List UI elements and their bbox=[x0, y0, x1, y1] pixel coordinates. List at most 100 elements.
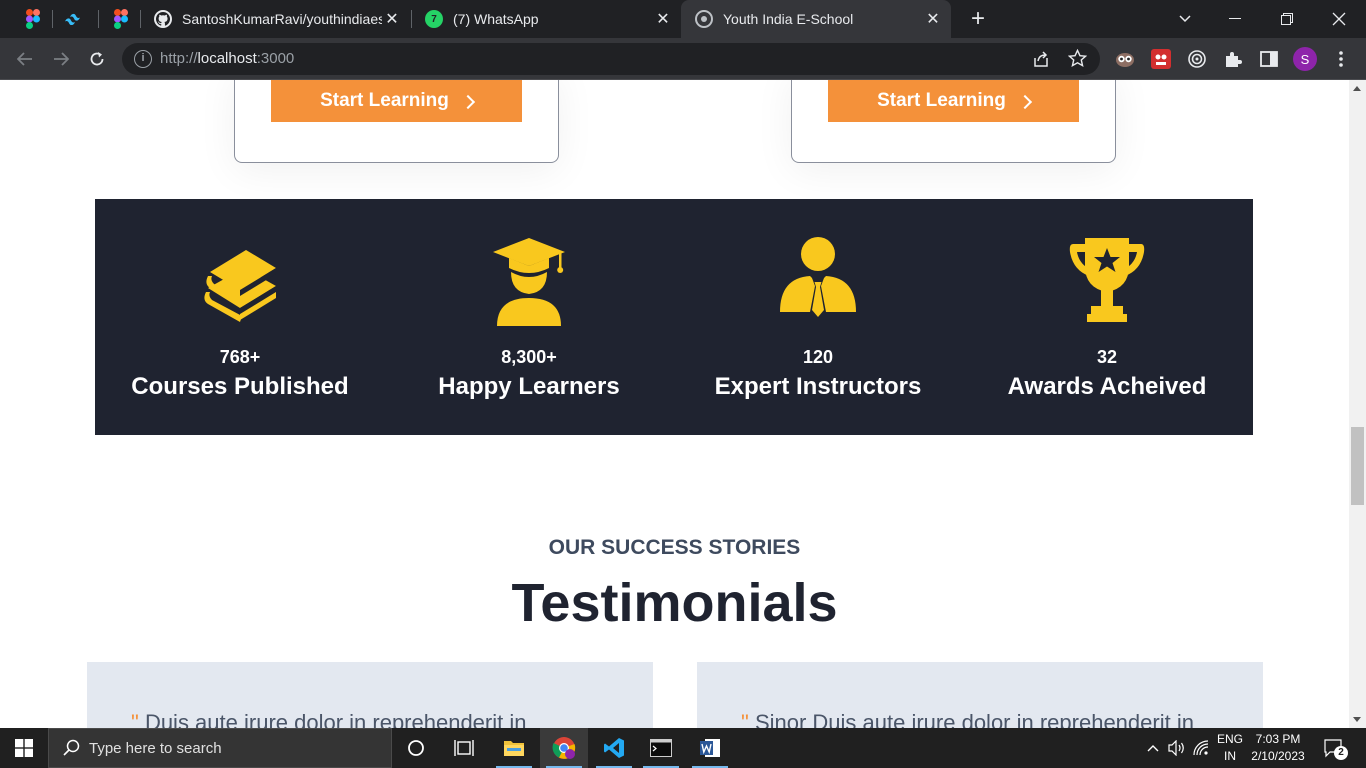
vscode-taskbar-button[interactable] bbox=[590, 728, 638, 768]
notification-center-button[interactable]: 2 bbox=[1318, 728, 1352, 768]
minimize-icon bbox=[1229, 18, 1241, 19]
testimonial-card: " Sinor Duis aute irure dolor in reprehe… bbox=[697, 662, 1263, 728]
tab-title: Youth India E-School bbox=[723, 11, 854, 27]
chevron-right-icon bbox=[460, 94, 475, 110]
quote-mark-icon: " bbox=[741, 710, 749, 728]
extensions-puzzle-icon[interactable] bbox=[1222, 48, 1244, 70]
cortana-icon bbox=[408, 740, 424, 756]
side-panel-icon[interactable] bbox=[1258, 48, 1280, 70]
close-window-button[interactable] bbox=[1314, 0, 1364, 38]
close-tab-icon[interactable]: ✕ bbox=[653, 9, 673, 29]
scroll-up-arrow-icon[interactable] bbox=[1353, 86, 1361, 91]
file-explorer-button[interactable] bbox=[490, 728, 538, 768]
tab-search-button[interactable] bbox=[1160, 0, 1210, 38]
course-card: Start Learning bbox=[791, 80, 1116, 163]
start-button[interactable] bbox=[0, 728, 48, 768]
scrollbar-thumb[interactable] bbox=[1351, 427, 1364, 505]
task-view-icon bbox=[454, 740, 474, 756]
bookmark-star-icon[interactable] bbox=[1067, 48, 1088, 72]
stat-number: 768+ bbox=[219, 347, 261, 367]
windows-logo-icon bbox=[15, 739, 33, 757]
stat-learners: 8,300+ Happy Learners bbox=[384, 199, 674, 435]
region-code: IN bbox=[1224, 749, 1236, 763]
close-tab-icon[interactable]: ✕ bbox=[923, 9, 943, 29]
back-button[interactable] bbox=[12, 46, 38, 72]
stat-awards: 32 Awards Acheived bbox=[962, 199, 1252, 435]
chevron-down-icon bbox=[1179, 15, 1191, 23]
instructor-icon bbox=[673, 235, 963, 327]
site-info-icon[interactable]: i bbox=[134, 50, 152, 68]
chrome-icon bbox=[552, 737, 576, 759]
tab-whatsapp[interactable]: 7 (7) WhatsApp ✕ bbox=[411, 0, 681, 38]
figma-pinned-tab[interactable] bbox=[22, 8, 44, 30]
restore-icon bbox=[1281, 13, 1293, 25]
tab-separator bbox=[52, 10, 53, 28]
taskbar-search-box[interactable]: Type here to search bbox=[48, 728, 392, 768]
stat-label: Courses Published bbox=[131, 373, 349, 400]
chrome-taskbar-button[interactable] bbox=[540, 728, 588, 768]
close-tab-icon[interactable]: ✕ bbox=[382, 9, 402, 29]
vscode-icon bbox=[604, 738, 624, 758]
start-learning-label: Start Learning bbox=[877, 90, 1006, 111]
tab-title: SantoshKumarRavi/youthindiaesc bbox=[182, 11, 382, 27]
search-placeholder: Type here to search bbox=[89, 739, 222, 757]
scroll-down-arrow-icon[interactable] bbox=[1353, 717, 1361, 722]
language-code: ENG bbox=[1216, 732, 1243, 746]
word-icon bbox=[700, 739, 720, 757]
address-bar[interactable]: i http://localhost:3000 bbox=[122, 43, 1100, 75]
stat-label: Expert Instructors bbox=[714, 373, 922, 400]
page-viewport: Start Learning Start Learning 768+ Cours… bbox=[0, 80, 1349, 728]
cortana-button[interactable] bbox=[392, 728, 440, 768]
figma-icon bbox=[114, 9, 128, 29]
share-icon[interactable] bbox=[1032, 50, 1050, 72]
stat-number: 8,300+ bbox=[501, 347, 557, 367]
stats-banner: 768+ Courses Published 8,300+ Happy Lear… bbox=[95, 199, 1253, 435]
stat-label: Happy Learners bbox=[438, 373, 620, 400]
reload-button[interactable] bbox=[84, 46, 110, 72]
show-hidden-icons-button[interactable] bbox=[1142, 728, 1164, 768]
testimonial-text: " Sinor Duis aute irure dolor in reprehe… bbox=[741, 710, 1194, 728]
tailwind-icon bbox=[65, 13, 80, 25]
stat-instructors: 120 Expert Instructors bbox=[673, 199, 963, 435]
extension-red-icon[interactable] bbox=[1150, 48, 1172, 70]
minimize-button[interactable] bbox=[1210, 0, 1260, 38]
word-taskbar-button[interactable] bbox=[686, 728, 734, 768]
profile-avatar[interactable]: S bbox=[1293, 47, 1317, 71]
chevron-up-icon bbox=[1147, 745, 1159, 752]
chrome-menu-icon[interactable] bbox=[1330, 48, 1352, 70]
trophy-icon bbox=[962, 235, 1252, 327]
stat-number: 120 bbox=[802, 347, 834, 367]
stat-label: Awards Acheived bbox=[1007, 373, 1207, 400]
start-learning-button[interactable]: Start Learning bbox=[828, 80, 1079, 122]
tab-separator bbox=[98, 10, 99, 28]
stat-courses: 768+ Courses Published bbox=[95, 199, 385, 435]
input-language-indicator[interactable]: ENG IN bbox=[1214, 731, 1246, 765]
restore-button[interactable] bbox=[1262, 0, 1312, 38]
quote-mark-icon: " bbox=[131, 710, 139, 728]
graduate-icon bbox=[384, 235, 674, 327]
figma-pinned-tab-2[interactable] bbox=[110, 8, 132, 30]
task-view-button[interactable] bbox=[440, 728, 488, 768]
clock-time: 7:03 PM bbox=[1255, 732, 1301, 746]
clock-date: 2/10/2023 bbox=[1251, 749, 1305, 763]
system-clock[interactable]: 7:03 PM 2/10/2023 bbox=[1244, 731, 1312, 765]
tab-github[interactable]: SantoshKumarRavi/youthindiaesc ✕ bbox=[140, 0, 410, 38]
books-icon bbox=[95, 235, 385, 327]
github-icon bbox=[154, 10, 172, 28]
page-scrollbar[interactable] bbox=[1349, 80, 1366, 728]
new-tab-button[interactable]: + bbox=[966, 6, 990, 32]
extension-owl-icon[interactable] bbox=[1114, 48, 1136, 70]
network-button[interactable] bbox=[1190, 728, 1212, 768]
start-learning-button[interactable]: Start Learning bbox=[271, 80, 522, 122]
tailwind-pinned-tab[interactable] bbox=[64, 8, 86, 30]
browser-tab-strip: SantoshKumarRavi/youthindiaesc ✕ 7 (7) W… bbox=[0, 0, 1366, 38]
forward-button[interactable] bbox=[48, 46, 74, 72]
terminal-icon bbox=[650, 739, 672, 757]
extension-target-icon[interactable] bbox=[1186, 48, 1208, 70]
volume-button[interactable] bbox=[1166, 728, 1188, 768]
windows-taskbar: Type here to search ENG IN 7:03 PM 2/10/… bbox=[0, 728, 1366, 768]
forward-arrow-icon bbox=[54, 52, 69, 66]
chevron-right-icon bbox=[1017, 94, 1032, 110]
terminal-taskbar-button[interactable] bbox=[637, 728, 685, 768]
tab-youth-india[interactable]: Youth India E-School ✕ bbox=[681, 0, 951, 38]
